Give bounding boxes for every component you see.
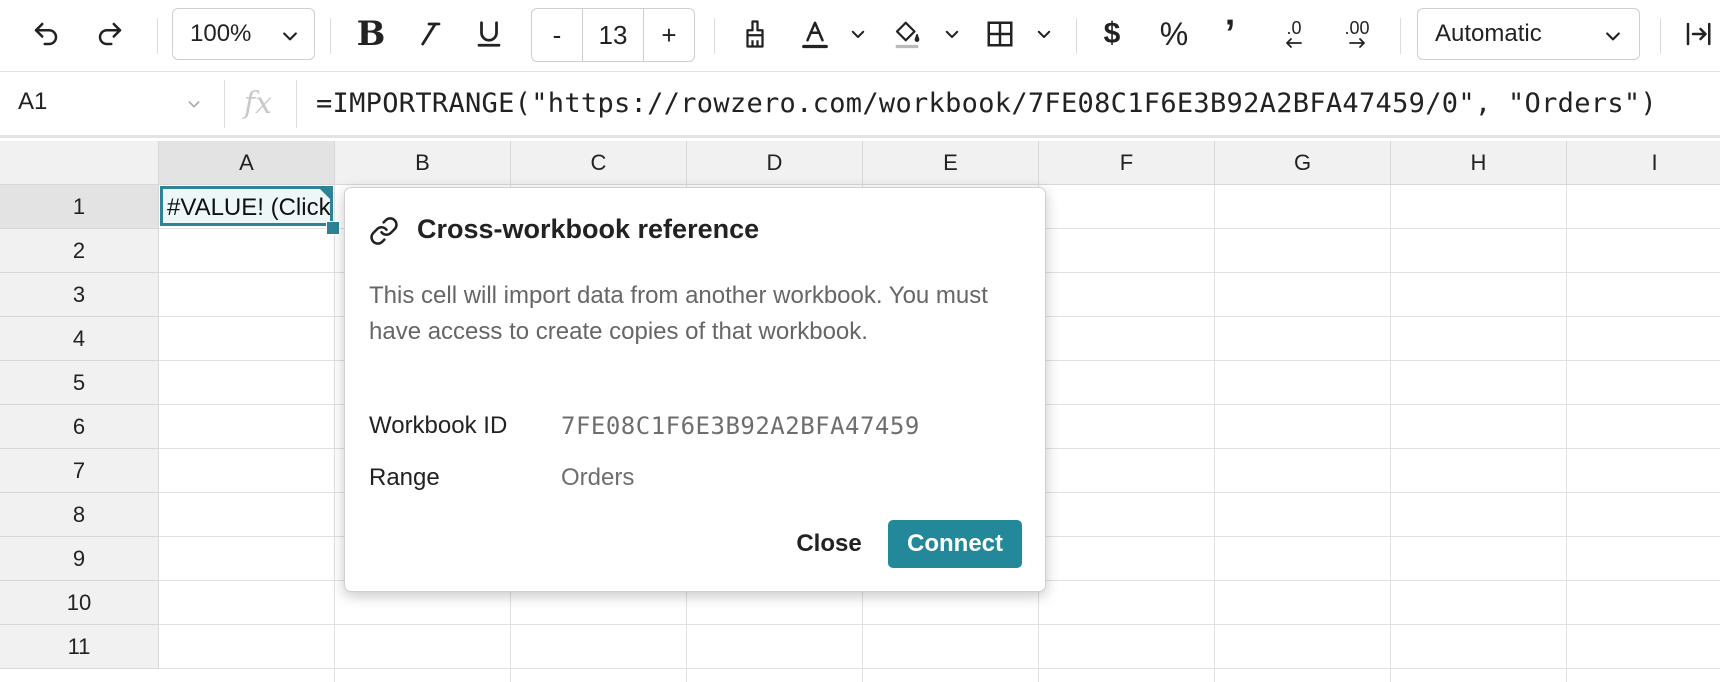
toolbar-divider (330, 18, 331, 54)
bold-icon: B (356, 14, 386, 54)
decrease-decimals-label: .0 (1286, 18, 1302, 38)
decrease-decimals-button[interactable]: .0 (1272, 8, 1316, 60)
redo-button[interactable] (86, 8, 134, 60)
zoom-select[interactable]: 100% (172, 8, 315, 60)
row-header-7[interactable]: 7 (0, 449, 159, 493)
chevron-down-icon (851, 30, 865, 38)
row-header-1[interactable]: 1 (0, 185, 159, 229)
error-indicator-icon (320, 189, 330, 199)
cell-reference-box[interactable]: A1 (18, 88, 47, 116)
fill-color-dropdown[interactable] (940, 8, 964, 60)
underline-icon (477, 21, 501, 47)
borders-button[interactable] (980, 8, 1020, 60)
row-header-8[interactable]: 8 (0, 493, 159, 537)
column-header-g[interactable]: G (1215, 141, 1391, 185)
number-format-select[interactable]: Automatic (1417, 8, 1640, 60)
chevron-down-icon (283, 32, 297, 41)
font-size-input[interactable]: 13 (583, 9, 644, 61)
wrap-button[interactable] (1678, 8, 1718, 60)
column-header-h[interactable]: H (1391, 141, 1567, 185)
toolbar-divider (714, 18, 715, 54)
range-value: Orders (561, 464, 635, 491)
paint-format-icon (746, 20, 764, 48)
close-button[interactable]: Close (777, 520, 881, 568)
column-header-f[interactable]: F (1039, 141, 1215, 185)
italic-button[interactable] (406, 8, 452, 60)
chevron-down-icon (1037, 30, 1051, 38)
arrow-left-icon (1286, 38, 1302, 48)
fill-color-button[interactable] (888, 8, 926, 60)
percent-format-button[interactable]: % (1152, 8, 1196, 60)
column-header-c[interactable]: C (511, 141, 687, 185)
toolbar-divider (1076, 18, 1077, 54)
row-header-5[interactable]: 5 (0, 361, 159, 405)
formula-bar: A1 fx =IMPORTRANGE("https://rowzero.com/… (0, 72, 1720, 138)
underline-button[interactable] (466, 8, 512, 60)
cross-workbook-dialog: Cross-workbook reference This cell will … (344, 187, 1046, 592)
column-header-d[interactable]: D (687, 141, 863, 185)
text-color-button[interactable] (796, 8, 834, 60)
toolbar: 100% B - 13 + $ % ’ .0 .00 Automatic (0, 0, 1720, 72)
arrow-right-icon (1349, 38, 1365, 48)
font-size-stepper: - 13 + (531, 8, 695, 62)
fill-color-icon (895, 21, 920, 49)
range-label: Range (369, 464, 440, 491)
bold-button[interactable]: B (348, 8, 394, 60)
row-header-11[interactable]: 11 (0, 625, 159, 669)
undo-icon (34, 22, 58, 46)
row-header-4[interactable]: 4 (0, 317, 159, 361)
row-header-3[interactable]: 3 (0, 273, 159, 317)
row-header-9[interactable]: 9 (0, 537, 159, 581)
select-all-corner[interactable] (0, 141, 159, 185)
dialog-title: Cross-workbook reference (417, 214, 760, 244)
text-color-dropdown[interactable] (846, 8, 870, 60)
currency-format-button[interactable]: $ (1090, 8, 1134, 60)
row-header-2[interactable]: 2 (0, 229, 159, 273)
toolbar-divider (1400, 18, 1401, 54)
row-header-6[interactable]: 6 (0, 405, 159, 449)
paint-format-button[interactable] (732, 8, 778, 60)
text-color-icon (802, 21, 828, 49)
toolbar-divider (157, 18, 158, 54)
chevron-down-icon (1606, 32, 1620, 41)
fill-handle[interactable] (326, 221, 340, 235)
column-header-e[interactable]: E (863, 141, 1039, 185)
workbook-id-value: 7FE08C1F6E3B92A2BFA47459 (561, 412, 920, 440)
zoom-value: 100% (190, 20, 252, 47)
formula-divider (296, 80, 297, 128)
undo-button[interactable] (22, 8, 70, 60)
row-header-10[interactable]: 10 (0, 581, 159, 625)
redo-icon (98, 22, 122, 46)
chevron-down-icon[interactable] (186, 96, 202, 112)
workbook-id-label: Workbook ID (369, 412, 508, 439)
borders-dropdown[interactable] (1032, 8, 1056, 60)
comma-format-button[interactable]: ’ (1210, 8, 1250, 60)
increase-decimals-label: .00 (1344, 18, 1370, 38)
borders-icon (987, 21, 1013, 47)
increase-decimals-button[interactable]: .00 (1332, 8, 1382, 60)
cell-value: #VALUE! (Click (167, 194, 331, 221)
dialog-description: This cell will import data from another … (369, 282, 988, 345)
chevron-down-icon (945, 30, 959, 38)
formula-input[interactable]: =IMPORTRANGE("https://rowzero.com/workbo… (316, 88, 1657, 119)
link-icon (370, 217, 398, 245)
formula-divider (224, 80, 225, 128)
column-header-b[interactable]: B (335, 141, 511, 185)
column-header-i[interactable]: I (1567, 141, 1720, 185)
font-size-decrease-button[interactable]: - (532, 9, 583, 61)
active-cell-a1[interactable]: #VALUE! (Click (160, 186, 333, 226)
font-size-increase-button[interactable]: + (644, 9, 694, 61)
fx-icon: fx (244, 86, 273, 121)
connect-button[interactable]: Connect (888, 520, 1022, 568)
wrap-icon (1686, 22, 1711, 46)
number-format-value: Automatic (1435, 20, 1542, 47)
column-header-a[interactable]: A (159, 141, 335, 185)
toolbar-divider (1660, 18, 1661, 54)
italic-icon (421, 22, 441, 46)
